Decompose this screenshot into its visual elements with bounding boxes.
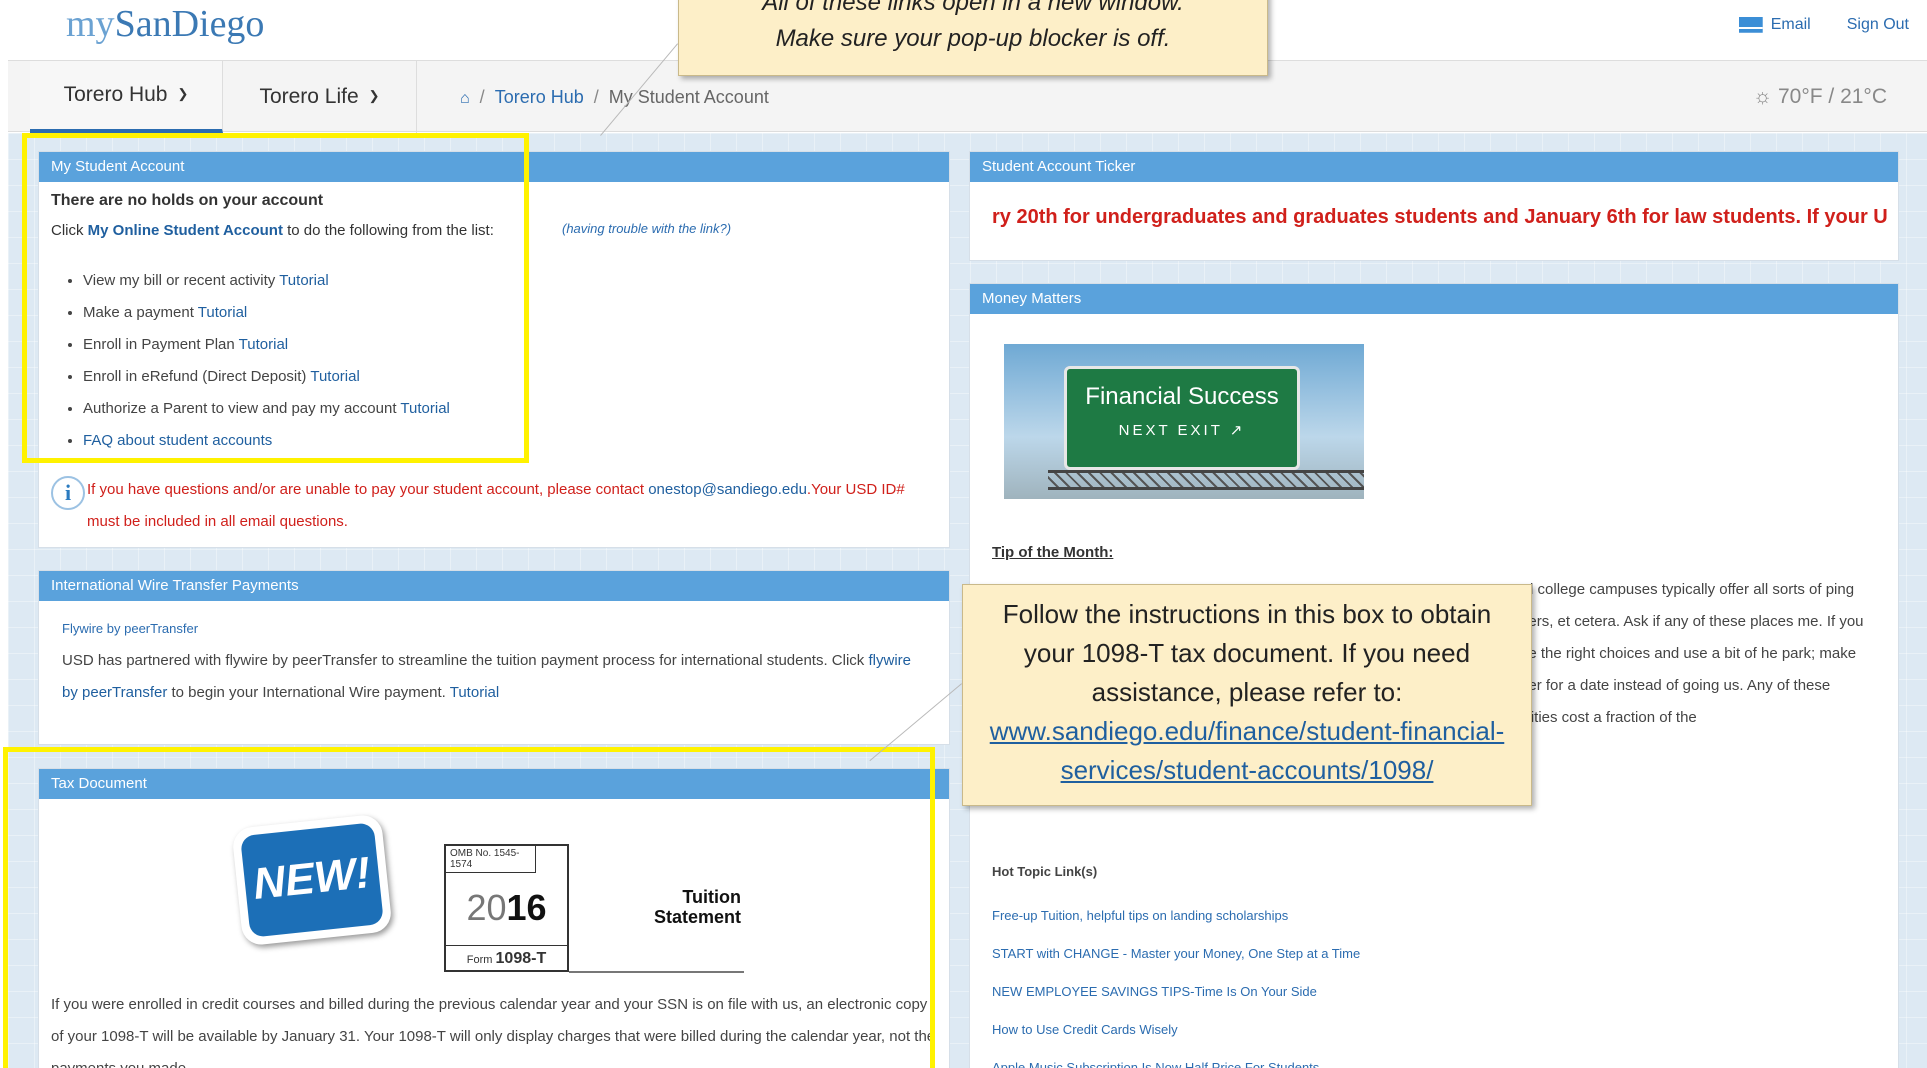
financial-success-image[interactable]: Financial Success NEXT EXIT ↗ <box>1004 344 1364 499</box>
sign-gantry <box>1048 470 1364 490</box>
logo-my: my <box>66 3 115 45</box>
tax-document-graphic[interactable]: NEW! OMB No. 1545-1574 2016 Form 1098-T … <box>39 799 949 973</box>
sign-line-1: Financial Success <box>1085 383 1279 410</box>
sign-line-2: NEXT EXIT ↗ <box>1118 422 1246 439</box>
1098-help-link[interactable]: www.sandiego.edu/finance/student-financi… <box>990 716 1505 785</box>
notice-prefix: If you have questions and/or are unable … <box>87 481 645 498</box>
intro-line: Click My Online Student Account to do th… <box>51 222 937 239</box>
hot-topic-link[interactable]: Apple Music Subscription Is Now Half Pri… <box>992 1049 1360 1068</box>
hot-topics: Hot Topic Link(s) Free-up Tuition, helpf… <box>992 864 1360 1068</box>
student-account-panel: My Student Account There are no holds on… <box>38 151 950 548</box>
form-prefix: Form <box>466 954 493 966</box>
logo-name: SanDiego <box>114 3 265 45</box>
callout-line-1: All of these links open in a new window. <box>762 0 1184 16</box>
tutorial-link[interactable]: Tutorial <box>310 368 359 385</box>
panel-header: Money Matters <box>970 284 1898 314</box>
panel-header: My Student Account <box>39 152 949 182</box>
list-item-text: Enroll in eRefund (Direct Deposit) <box>83 368 307 385</box>
tuition-line-1: Tuition <box>682 887 742 907</box>
sign-out-link[interactable]: Sign Out <box>1847 16 1909 34</box>
hot-topic-link[interactable]: NEW EMPLOYEE SAVINGS TIPS-Time Is On You… <box>992 973 1360 1011</box>
chevron-down-icon: ❯ <box>177 86 189 101</box>
tab-torero-life-label: Torero Life <box>259 85 359 108</box>
popup-blocker-callout: All of these links open in a new window.… <box>678 0 1268 76</box>
flywire-label: Flywire by peerTransfer <box>62 621 199 636</box>
year-light: 20 <box>466 887 507 928</box>
hot-topic-link[interactable]: START with CHANGE - Master your Money, O… <box>992 935 1360 973</box>
omb-number: OMB No. 1545-1574 <box>446 846 536 873</box>
tax-callout-text: Follow the instructions in this box to o… <box>1002 599 1492 707</box>
hot-topic-link[interactable]: How to Use Credit Cards Wisely <box>992 1011 1360 1049</box>
panel-header: Student Account Ticker <box>970 152 1898 182</box>
list-item: FAQ about student accounts <box>83 425 937 457</box>
wire-tutorial-link[interactable]: Tutorial <box>450 684 499 701</box>
panel-header: Tax Document <box>39 769 949 799</box>
tax-year: 2016 <box>446 887 567 929</box>
tutorial-link[interactable]: Tutorial <box>279 272 328 289</box>
intro-suffix: to do the following from the list: <box>287 222 494 239</box>
new-badge-text: NEW! <box>240 822 384 938</box>
tuition-statement-label: Tuition Statement <box>654 887 741 927</box>
account-action-list: View my bill or recent activity Tutorial… <box>83 265 937 457</box>
list-item-text: View my bill or recent activity <box>83 272 276 289</box>
trouble-link[interactable]: (having trouble with the link?) <box>562 221 731 236</box>
panel-header: International Wire Transfer Payments <box>39 571 949 601</box>
form-name: Form 1098-T <box>446 945 567 968</box>
tax-document-panel: Tax Document NEW! OMB No. 1545-1574 2016… <box>38 768 950 1068</box>
new-badge: NEW! <box>231 813 393 947</box>
contact-notice: i If you have questions and/or are unabl… <box>51 474 941 538</box>
form-number: 1098-T <box>495 950 547 967</box>
list-item: Make a payment Tutorial <box>83 297 937 329</box>
form-divider <box>569 971 744 973</box>
wire-text: USD has partnered with flywire by peerTr… <box>62 652 865 669</box>
tutorial-link[interactable]: Tutorial <box>239 336 288 353</box>
year-bold: 16 <box>506 887 547 928</box>
my-online-student-account-link[interactable]: My Online Student Account <box>88 222 283 239</box>
list-item: Enroll in eRefund (Direct Deposit) Tutor… <box>83 361 937 393</box>
tab-torero-hub-label: Torero Hub <box>63 83 168 106</box>
chevron-down-icon: ❯ <box>368 88 380 103</box>
intro-prefix: Click <box>51 222 84 239</box>
callout-line-2: Make sure your pop-up blocker is off. <box>775 25 1171 52</box>
tab-torero-life[interactable]: Torero Life ❯ <box>223 61 417 133</box>
tax-document-text: If you were enrolled in credit courses a… <box>51 996 936 1068</box>
list-item: Enroll in Payment Plan Tutorial <box>83 329 937 361</box>
tip-title: Tip of the Month: <box>992 544 1114 561</box>
mail-icon <box>1738 16 1763 33</box>
list-item: Authorize a Parent to view and pay my ac… <box>83 393 937 425</box>
list-item-text: Authorize a Parent to view and pay my ac… <box>83 400 397 417</box>
onestop-email-link[interactable]: onestop@sandiego.edu <box>648 481 807 498</box>
tuition-line-2: Statement <box>654 907 742 927</box>
email-label: Email <box>1770 16 1811 33</box>
weather-readout: ☼ 70°F / 21°C <box>1752 85 1887 108</box>
email-link[interactable]: Email <box>1738 16 1811 34</box>
hot-topic-link[interactable]: Free-up Tuition, helpful tips on landing… <box>992 897 1360 935</box>
tutorial-link[interactable]: Tutorial <box>400 400 449 417</box>
faq-link[interactable]: FAQ about student accounts <box>83 432 272 449</box>
list-item-text: Enroll in Payment Plan <box>83 336 235 353</box>
hot-topics-title: Hot Topic Link(s) <box>992 864 1098 879</box>
holds-status: There are no holds on your account <box>51 192 324 209</box>
breadcrumb-torero-hub[interactable]: Torero Hub <box>495 87 584 107</box>
top-links: Email Sign Out <box>1738 16 1909 34</box>
tab-torero-hub[interactable]: Torero Hub ❯ <box>30 61 223 133</box>
tutorial-link[interactable]: Tutorial <box>198 304 247 321</box>
wire-transfer-panel: International Wire Transfer Payments Fly… <box>38 570 950 745</box>
wire-text-2: to begin your International Wire payment… <box>171 684 446 701</box>
ticker-panel: Student Account Ticker ry 20th for under… <box>969 151 1899 261</box>
tip-text: , and college campuses typically offer a… <box>1500 581 1864 726</box>
home-icon[interactable]: ⌂ <box>460 90 470 107</box>
list-item: View my bill or recent activity Tutorial <box>83 265 937 297</box>
form-1098t-image: OMB No. 1545-1574 2016 Form 1098-T <box>444 844 569 972</box>
breadcrumb: ⌂ / Torero Hub / My Student Account <box>460 87 769 107</box>
highway-sign: Financial Success NEXT EXIT ↗ <box>1064 366 1300 470</box>
mysandiego-logo[interactable]: mySanDiego <box>66 2 264 46</box>
tax-callout: Follow the instructions in this box to o… <box>962 584 1532 806</box>
info-icon: i <box>51 476 85 510</box>
list-item-text: Make a payment <box>83 304 194 321</box>
ticker-text: ry 20th for undergraduates and graduates… <box>992 206 1888 228</box>
